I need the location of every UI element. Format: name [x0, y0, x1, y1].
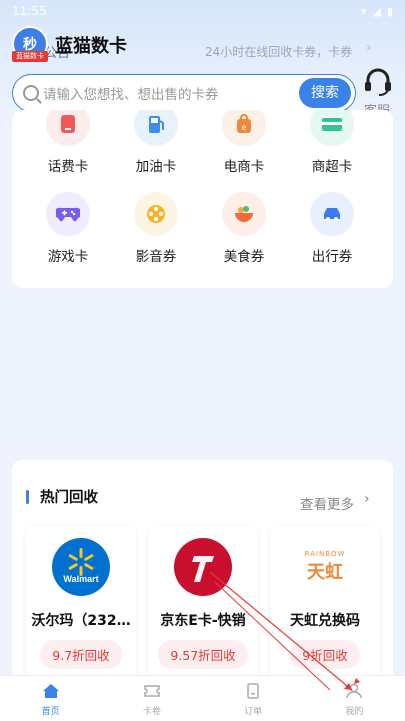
- product-rate-badge: 9折回收: [290, 640, 360, 669]
- rainbow-logo-top: RAINBOW: [304, 550, 346, 558]
- status-bar: 11:55 ▾ ◢ ▮: [0, 0, 405, 22]
- category-game-card[interactable]: 游戏卡: [28, 192, 108, 265]
- section-title: 热门回收: [40, 490, 98, 506]
- svg-text:e: e: [242, 123, 247, 132]
- product-rate-badge: 9.57折回收: [158, 640, 248, 669]
- category-label: 美食券: [223, 249, 265, 265]
- walmart-logo-text: Walmart: [63, 574, 98, 584]
- car-icon: [310, 192, 354, 236]
- gamepad-icon: [46, 192, 90, 236]
- tab-profile[interactable]: 我的: [304, 676, 405, 721]
- food-bowl-icon: [222, 192, 266, 236]
- app-title: 蓝猫数卡: [55, 36, 127, 57]
- category-phone-card[interactable]: 话费卡: [28, 110, 108, 175]
- status-icons: ▾ ◢ ▮: [361, 5, 393, 18]
- product-rate-badge: 9.7折回收: [40, 640, 122, 669]
- fuel-icon: [134, 110, 178, 146]
- tab-label: 订单: [244, 707, 263, 717]
- search-icon: [23, 85, 39, 101]
- product-name: 沃尔玛（232…: [31, 613, 131, 629]
- section-accent-bar: [26, 490, 29, 504]
- view-more-link[interactable]: 查看更多: [300, 493, 354, 513]
- rainbow-logo-text: 天虹: [307, 562, 343, 583]
- category-fuel-card[interactable]: 加油卡: [116, 110, 196, 175]
- category-label: 出行券: [311, 249, 353, 265]
- user-icon: [346, 683, 363, 699]
- tab-label: 我的: [345, 707, 364, 717]
- category-ecommerce-card[interactable]: e 电商卡: [204, 110, 284, 175]
- category-media-coupon[interactable]: 影音券: [116, 192, 196, 265]
- phone-card-icon: [46, 110, 90, 146]
- walmart-logo-icon: Walmart: [52, 538, 110, 596]
- category-label: 商超卡: [311, 159, 353, 175]
- product-card-walmart[interactable]: Walmart 沃尔玛（232… 9.7折回收: [26, 526, 136, 686]
- chevron-right-icon[interactable]: ›: [364, 491, 370, 507]
- notice-text[interactable]: 24小时在线回收卡券，卡券: [205, 43, 355, 60]
- search-bar[interactable]: 请输入您想找、想出售的卡券 搜索: [12, 74, 356, 112]
- tab-label: 卡卷: [142, 707, 161, 717]
- tab-label: 首页: [41, 707, 60, 717]
- logo-ribbon: 蓝猫数卡: [12, 51, 48, 62]
- search-button[interactable]: 搜索: [299, 78, 351, 108]
- jd-logo-icon: [174, 538, 232, 596]
- category-label: 电商卡: [223, 159, 265, 175]
- headset-icon[interactable]: [363, 68, 393, 96]
- search-input[interactable]: 请输入您想找、想出售的卡券: [43, 83, 219, 103]
- card-icon: [310, 110, 354, 146]
- wifi-icon: ▾: [360, 4, 367, 18]
- category-grid: 话费卡 加油卡 e 电商卡 商超卡 游戏卡 影音券 美食券 出行券: [12, 110, 393, 288]
- tab-orders[interactable]: 订单: [203, 676, 304, 721]
- category-label: 影音券: [135, 249, 177, 265]
- product-card-rainbow[interactable]: RAINBOW 天虹 天虹兑换码 9折回收: [270, 526, 380, 686]
- category-label: 话费卡: [47, 159, 89, 175]
- category-label: 加油卡: [135, 159, 177, 175]
- ticket-icon: [144, 685, 160, 697]
- category-supermarket-card[interactable]: 商超卡: [292, 110, 372, 175]
- product-card-jd[interactable]: 京东E卡-快销 9.57折回收: [148, 526, 258, 686]
- product-name: 京东E卡-快销: [160, 613, 246, 629]
- category-travel-coupon[interactable]: 出行券: [292, 192, 372, 265]
- status-time: 11:55: [12, 4, 47, 18]
- battery-icon: ▮: [386, 4, 393, 18]
- signal-icon: ◢: [372, 4, 381, 18]
- category-food-coupon[interactable]: 美食券: [204, 192, 284, 265]
- tab-home[interactable]: 首页: [0, 676, 101, 721]
- product-name: 天虹兑换码: [290, 613, 360, 629]
- rainbow-logo-icon: RAINBOW 天虹: [296, 538, 354, 596]
- shopping-icon: e: [222, 110, 266, 146]
- order-icon: [247, 683, 259, 699]
- chevron-right-icon[interactable]: ›: [366, 40, 372, 56]
- hot-recycle-section: 热门回收 查看更多 › Walmart 沃尔玛（232… 9.7折回收 京东E卡…: [12, 460, 393, 690]
- category-label: 游戏卡: [47, 249, 89, 265]
- tab-coupons[interactable]: 卡卷: [101, 676, 202, 721]
- home-icon: [42, 684, 59, 698]
- bottom-tab-bar: 首页 卡卷 订单 我的: [0, 675, 405, 721]
- film-reel-icon: [134, 192, 178, 236]
